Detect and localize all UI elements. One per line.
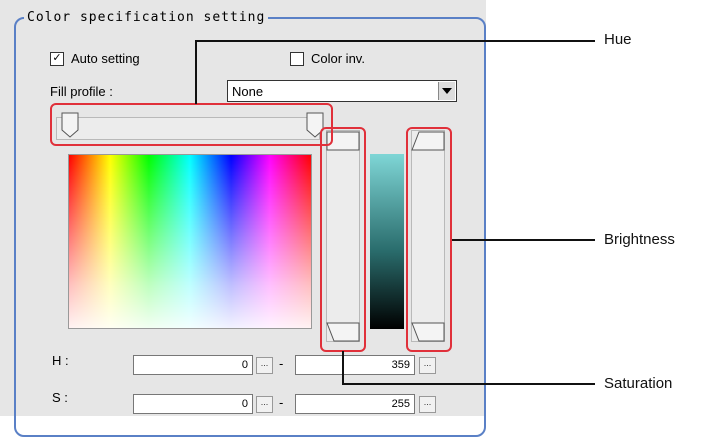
brightness-gradient-bar — [370, 154, 404, 329]
s-max-field[interactable]: 255 — [295, 394, 415, 414]
group-title: Color specification setting — [24, 10, 269, 25]
auto-setting-label: Auto setting — [71, 51, 140, 66]
saturation-leader-horizontal — [342, 383, 595, 385]
fill-profile-label: Fill profile : — [50, 84, 113, 99]
fill-profile-select[interactable]: None — [227, 80, 457, 102]
brightness-highlight — [406, 127, 452, 352]
s-min-field[interactable]: 0 — [133, 394, 253, 414]
auto-setting-checkbox[interactable]: ✓ Auto setting — [50, 51, 140, 66]
h-max-browse-button[interactable]: ... — [419, 357, 436, 374]
h-range-dash: - — [279, 356, 284, 371]
h-min-field[interactable]: 0 — [133, 355, 253, 375]
brightness-callout: Brightness — [604, 231, 675, 248]
h-label: H : — [52, 353, 69, 368]
s-label: S : — [52, 390, 68, 405]
color-inv-checkbox[interactable]: Color inv. — [290, 51, 365, 66]
dropdown-arrow-icon[interactable] — [438, 82, 455, 100]
saturation-callout: Saturation — [604, 375, 673, 392]
h-min-browse-button[interactable]: ... — [256, 357, 273, 374]
hue-highlight — [50, 103, 333, 146]
saturation-leader-vertical — [342, 351, 344, 384]
auto-setting-check-box[interactable]: ✓ — [50, 51, 64, 66]
check-mark-icon: ✓ — [52, 52, 62, 64]
color-inv-label: Color inv. — [311, 51, 365, 66]
s-max-browse-button[interactable]: ... — [419, 396, 436, 413]
color-inv-check-box[interactable] — [290, 51, 304, 66]
brightness-leader — [452, 239, 595, 241]
hue-leader-horizontal — [195, 40, 595, 42]
hue-leader-vertical — [195, 40, 197, 104]
s-min-browse-button[interactable]: ... — [256, 396, 273, 413]
s-range-dash: - — [279, 395, 284, 410]
h-max-field[interactable]: 359 — [295, 355, 415, 375]
saturation-highlight — [320, 127, 366, 352]
fill-profile-value: None — [232, 84, 264, 99]
hue-saturation-color-map[interactable] — [68, 154, 312, 329]
hue-callout: Hue — [604, 31, 632, 48]
